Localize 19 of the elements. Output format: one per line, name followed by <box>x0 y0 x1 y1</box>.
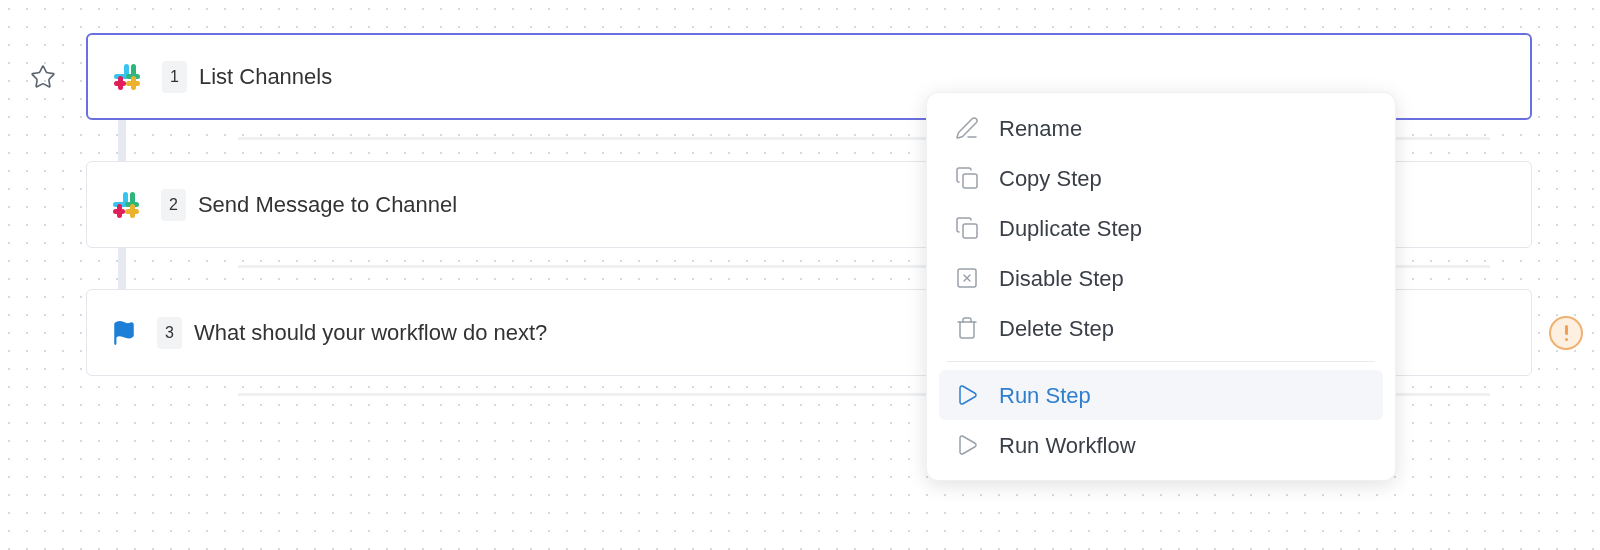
menu-item[interactable]: Run Workflow <box>939 420 1383 470</box>
trash-icon <box>955 316 979 340</box>
step-title: Send Message to Channel <box>197 191 458 219</box>
x-square-icon <box>955 266 979 290</box>
menu-item[interactable]: Delete Step <box>939 303 1383 353</box>
slack-logo-icon <box>112 61 142 92</box>
step-title: What should your workflow do next? <box>193 319 548 347</box>
slack-logo-icon <box>111 189 141 220</box>
copy-icon <box>955 166 979 190</box>
step-number: 1 <box>162 60 187 93</box>
step-number: 2 <box>161 188 186 221</box>
step-number: 3 <box>157 316 182 349</box>
star-icon[interactable] <box>30 63 56 90</box>
pencil-icon <box>955 116 979 140</box>
step-title: List Channels <box>198 63 333 91</box>
menu-item[interactable]: Run Step <box>939 370 1383 420</box>
flag-icon <box>111 319 137 346</box>
step-card[interactable]: 1 List Channels <box>86 33 1532 120</box>
copy-icon <box>955 216 979 240</box>
